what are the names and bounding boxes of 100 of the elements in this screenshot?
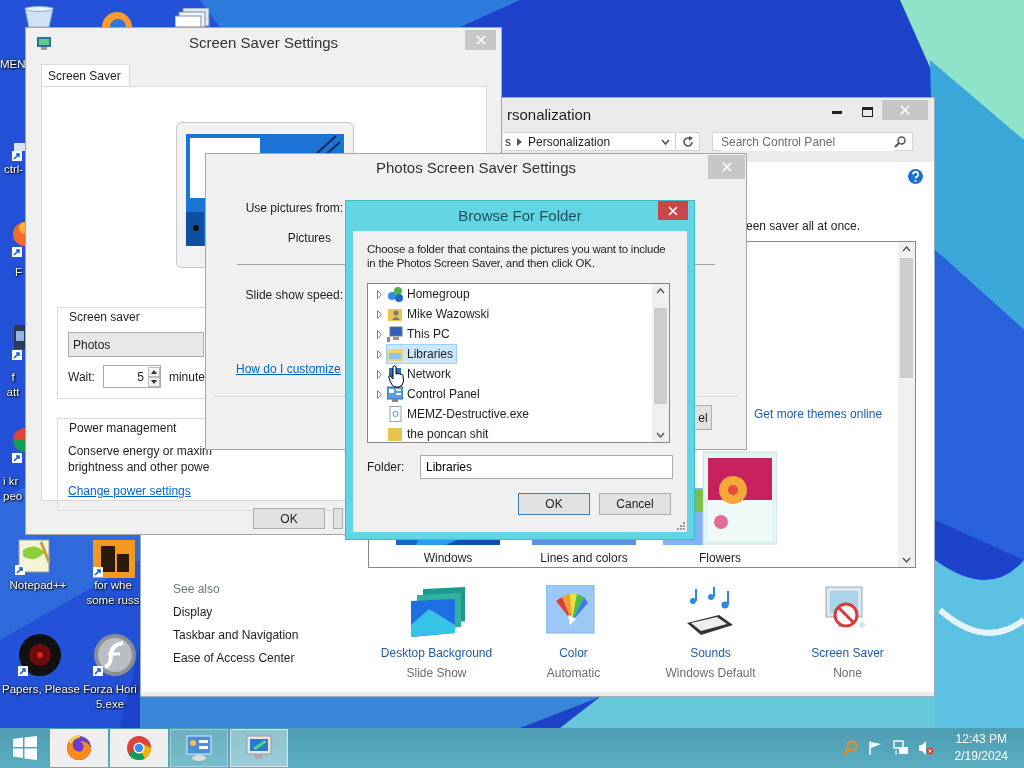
app-icon[interactable]	[12, 325, 25, 361]
tree-item[interactable]: Control Panel	[386, 384, 484, 404]
tree-item[interactable]: MEMZ-Destructive.exe	[386, 404, 534, 424]
setting-link[interactable]: Color	[559, 643, 588, 663]
icon-label: f att	[5, 370, 21, 400]
control-panel-icon	[387, 386, 403, 402]
start-icon	[13, 736, 37, 760]
unit-label: minute	[168, 368, 205, 386]
scrollbar[interactable]	[652, 284, 669, 442]
tree-item[interactable]: Homegroup	[386, 284, 474, 304]
flash-icon[interactable]	[93, 633, 137, 677]
folder-icon	[387, 426, 403, 442]
nav-link[interactable]: Taskbar and Navigation	[173, 624, 368, 647]
user-folder-icon	[387, 306, 403, 322]
window-title: Screen Saver Settings	[187, 32, 340, 53]
icon-label: Notepad++	[8, 578, 68, 593]
file-icon	[387, 406, 403, 422]
control-panel-icon	[186, 735, 212, 761]
scroll-down-icon	[902, 557, 911, 563]
theme-label[interactable]: Windows	[423, 549, 473, 567]
nav-link[interactable]: Display	[173, 601, 368, 624]
setting-value: Slide Show	[406, 665, 467, 682]
icon-label: i kr peo	[3, 474, 24, 504]
icon-label: Papers, Please	[1, 682, 81, 697]
icon-label: for whe some russ	[85, 578, 141, 608]
link[interactable]: Get more themes online	[754, 405, 883, 423]
close-icon	[721, 162, 732, 172]
field-label: Slide show speed:	[244, 287, 343, 305]
close-button[interactable]	[658, 201, 688, 220]
taskbar-button[interactable]	[50, 729, 108, 767]
spin-down-icon	[147, 376, 160, 387]
browser-icon	[126, 735, 152, 761]
notepad-icon[interactable]	[15, 538, 53, 576]
chevron-right-icon	[517, 137, 522, 146]
scroll-thumb[interactable]	[654, 308, 667, 404]
breadcrumb-item[interactable]: Personalization	[528, 132, 611, 151]
disc-icon[interactable]	[18, 633, 62, 677]
window-title: rsonalization	[507, 104, 592, 125]
scrollbar[interactable]	[898, 242, 915, 567]
monitor-icon	[37, 36, 51, 50]
tree-item[interactable]: This PC	[386, 324, 454, 344]
cancel-button[interactable]: el	[695, 405, 712, 431]
ok-button[interactable]: OK	[518, 493, 590, 515]
breadcrumb-item[interactable]: s	[505, 132, 511, 151]
icon-label: MEN	[0, 57, 27, 72]
close-icon	[668, 205, 678, 216]
refresh-icon	[681, 135, 694, 148]
mute-icon[interactable]	[917, 740, 934, 756]
theme-label[interactable]: Flowers	[699, 549, 741, 567]
taskbar-button[interactable]	[230, 729, 288, 767]
shortcut-icon[interactable]	[12, 143, 25, 162]
wait-spinner[interactable]: 5	[102, 365, 161, 388]
setting-link[interactable]: Desktop Background	[380, 643, 493, 663]
tree-item[interactable]: the poncan shit	[386, 424, 493, 442]
ok-button[interactable]: OK	[253, 508, 325, 529]
link[interactable]: Change power settings	[68, 482, 191, 500]
tree-item[interactable]: Libraries	[386, 344, 458, 364]
images-icon	[408, 585, 465, 637]
setting-value: None	[833, 665, 862, 682]
folder-field[interactable]: Libraries	[420, 455, 673, 479]
taskbar-button[interactable]	[170, 729, 228, 767]
refresh-button[interactable]	[676, 132, 700, 151]
tab[interactable]: Screen Saver	[41, 64, 130, 86]
section-heading: See also	[173, 581, 221, 598]
taskbar-button[interactable]	[110, 729, 168, 767]
field-label: Folder:	[367, 459, 406, 476]
setting-value: Windows Default	[665, 665, 756, 682]
screen-saver-dropdown[interactable]: Photos	[68, 332, 204, 357]
setting-value: Automatic	[546, 665, 601, 682]
maximize-icon	[861, 107, 873, 117]
link[interactable]: How do I customize	[236, 360, 341, 379]
theme-label[interactable]: Lines and colors	[540, 549, 628, 567]
minimize-icon	[832, 110, 842, 114]
app-icon[interactable]	[93, 540, 135, 578]
icon-label: ctrl-	[4, 162, 25, 177]
browser-icon	[66, 735, 92, 761]
window-title: Browse For Folder	[457, 205, 583, 226]
spin-up-icon	[147, 366, 160, 377]
field-label: Wait:	[68, 368, 95, 386]
description-text: een saver all at once.	[745, 218, 862, 235]
field-label: Use pictures from:	[244, 200, 343, 218]
description-text: Choose a folder that contains the pictures you want to include in the Photos Screen Saver, and then click OK.	[367, 242, 667, 270]
nav-link[interactable]: Ease of Access Center	[173, 647, 368, 670]
tree-item[interactable]: Mike Wazowski	[386, 304, 494, 324]
setting-link[interactable]: Screen Saver	[811, 643, 884, 663]
cancel-button[interactable]: Cancel	[599, 493, 671, 515]
scroll-down-icon	[656, 432, 665, 438]
setting-link[interactable]: Sounds	[690, 643, 731, 663]
monitor-icon	[246, 735, 272, 761]
search-icon	[894, 135, 906, 148]
network-icon[interactable]	[892, 740, 909, 756]
computer-icon	[387, 326, 403, 342]
windows-stack-icon[interactable]	[175, 8, 211, 27]
address-bar[interactable]: s Personalization	[503, 132, 676, 151]
homegroup-icon	[387, 286, 403, 302]
help-icon	[908, 169, 923, 184]
scroll-up-icon	[902, 246, 911, 252]
scroll-thumb[interactable]	[900, 258, 913, 378]
resize-grip-icon	[677, 522, 685, 530]
icon-label: F	[15, 265, 24, 280]
